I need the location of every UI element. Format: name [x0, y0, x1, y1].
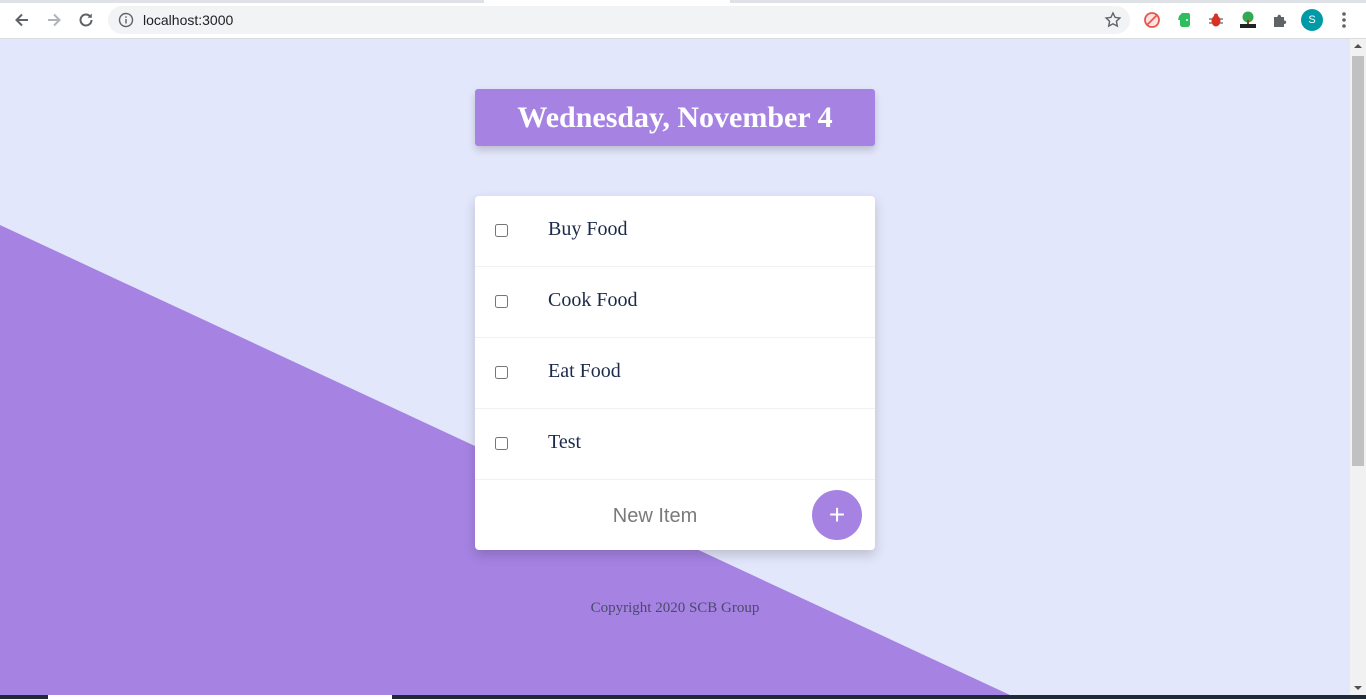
- more-menu-icon[interactable]: [1336, 10, 1352, 30]
- date-heading-box: Wednesday, November 4: [475, 89, 875, 146]
- url-text[interactable]: localhost:3000: [143, 12, 233, 28]
- address-bar[interactable]: localhost:3000: [108, 6, 1130, 34]
- list-item: Cook Food: [475, 267, 875, 338]
- scroll-down-icon[interactable]: [1354, 686, 1362, 690]
- extensions-button[interactable]: [1270, 10, 1290, 30]
- extension-html-tree[interactable]: [1238, 10, 1258, 30]
- new-item-form: +: [475, 480, 875, 550]
- forward-button[interactable]: [43, 9, 65, 31]
- todo-list: Buy Food Cook Food Eat Food Test +: [475, 196, 875, 550]
- forward-arrow-icon: [48, 13, 61, 27]
- no-tracking-icon: [1144, 12, 1160, 28]
- scrollbar-thumb[interactable]: [1352, 56, 1364, 466]
- info-icon[interactable]: [118, 12, 134, 28]
- add-item-button[interactable]: +: [812, 490, 862, 540]
- extension-evernote[interactable]: [1174, 10, 1194, 30]
- reload-button[interactable]: [75, 9, 97, 31]
- back-button[interactable]: [11, 9, 33, 31]
- back-arrow-icon: [15, 13, 28, 27]
- item-checkbox[interactable]: [495, 366, 508, 379]
- evernote-icon: [1178, 13, 1190, 27]
- profile-avatar[interactable]: S: [1301, 9, 1323, 31]
- item-checkbox[interactable]: [495, 295, 508, 308]
- page-viewport: Wednesday, November 4 Buy Food Cook Food…: [0, 39, 1350, 695]
- browser-toolbar: localhost:3000 S: [0, 0, 1366, 39]
- extension-bug[interactable]: [1206, 10, 1226, 30]
- date-heading: Wednesday, November 4: [517, 100, 833, 134]
- item-label: Eat Food: [548, 360, 621, 382]
- taskbar-edge: [0, 695, 1366, 699]
- bookmark-star-icon[interactable]: [1104, 11, 1122, 29]
- tab-strip: [0, 0, 1366, 3]
- page-scrollbar[interactable]: [1350, 39, 1366, 695]
- item-checkbox[interactable]: [495, 224, 508, 237]
- active-tab[interactable]: [484, 0, 730, 3]
- extension-no-tracking[interactable]: [1142, 10, 1162, 30]
- item-label: Cook Food: [548, 289, 638, 311]
- new-item-input[interactable]: [535, 498, 775, 534]
- scroll-up-icon[interactable]: [1354, 44, 1362, 48]
- puzzle-icon: [1274, 14, 1287, 27]
- copyright-footer: Copyright 2020 SCB Group: [590, 600, 760, 616]
- taskbar-segment: [48, 695, 392, 699]
- bug-icon: [1209, 13, 1223, 27]
- list-item: Buy Food: [475, 196, 875, 267]
- html-tree-icon: [1240, 11, 1256, 28]
- list-item: Test: [475, 409, 875, 480]
- list-item: Eat Food: [475, 338, 875, 409]
- item-label: Buy Food: [548, 218, 628, 240]
- item-label: Test: [548, 431, 582, 453]
- item-checkbox[interactable]: [495, 437, 508, 450]
- reload-icon: [79, 13, 93, 27]
